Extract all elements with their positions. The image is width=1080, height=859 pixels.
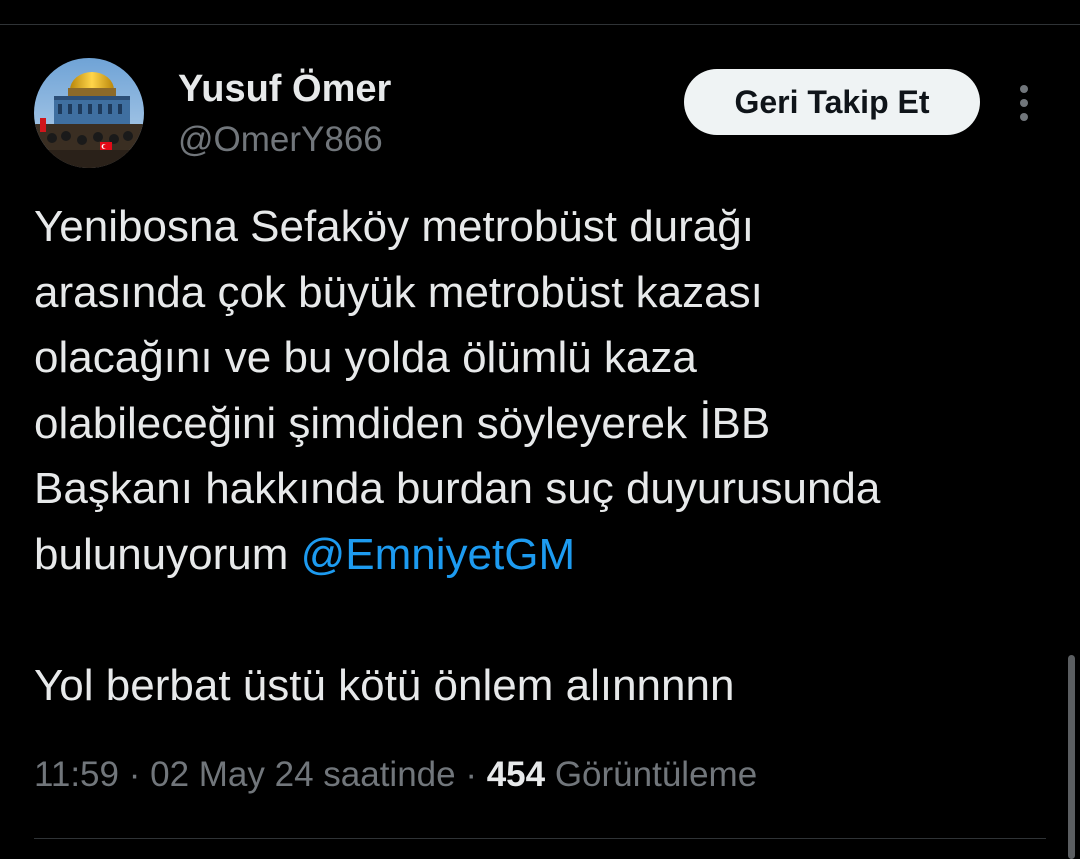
display-name[interactable]: Yusuf Ömer xyxy=(178,68,391,111)
tweet-date[interactable]: 02 May 24 saatinde xyxy=(150,755,455,794)
views-count[interactable]: 454 xyxy=(487,755,545,794)
tweet-metadata: 11:59 · 02 May 24 saatinde · 454 Görüntü… xyxy=(34,755,757,795)
more-vertical-icon xyxy=(1020,85,1028,121)
top-divider xyxy=(0,24,1080,25)
avatar[interactable] xyxy=(34,58,144,168)
bottom-divider xyxy=(34,838,1046,839)
tweet-time[interactable]: 11:59 xyxy=(34,755,119,794)
tweet-text-body: Yenibosna Sefaköy metrobüst durağı arası… xyxy=(34,202,881,579)
avatar-image xyxy=(34,58,144,168)
tweet-text: Yenibosna Sefaköy metrobüst durağı arası… xyxy=(34,194,1044,719)
follow-back-button[interactable]: Geri Takip Et xyxy=(684,69,980,135)
tweet-header: Yusuf Ömer @OmerY866 Geri Takip Et xyxy=(34,58,1046,168)
meta-separator: · xyxy=(119,755,151,794)
user-handle[interactable]: @OmerY866 xyxy=(178,120,383,160)
meta-separator: · xyxy=(455,755,487,794)
views-label[interactable]: Görüntüleme xyxy=(545,755,757,794)
mention-link[interactable]: @EmniyetGM xyxy=(301,530,575,579)
more-options-button[interactable] xyxy=(1008,82,1040,124)
tweet-text-tail: Yol berbat üstü kötü önlem alınnnnn xyxy=(34,661,735,711)
scrollbar[interactable] xyxy=(1068,655,1075,859)
